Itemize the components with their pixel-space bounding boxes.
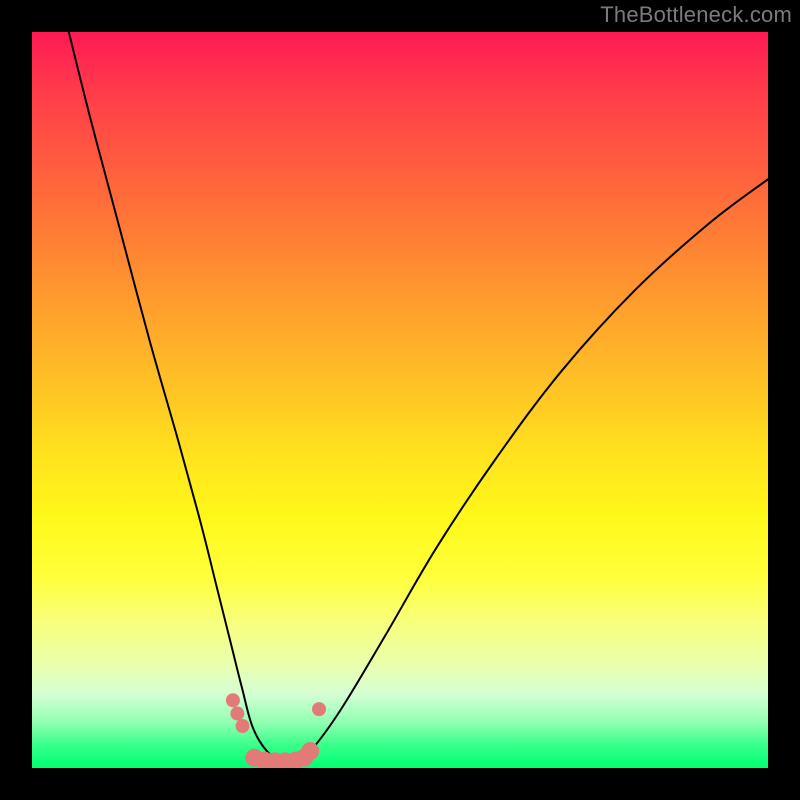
chart-svg <box>32 32 768 768</box>
dots-layer <box>226 693 326 768</box>
curve-path <box>69 32 768 762</box>
data-dot <box>230 707 244 721</box>
plot-area <box>32 32 768 768</box>
curve-layer <box>69 32 768 762</box>
data-dot <box>312 702 326 716</box>
data-dot <box>226 693 240 707</box>
watermark-text: TheBottleneck.com <box>600 2 792 28</box>
chart-frame: TheBottleneck.com <box>0 0 800 800</box>
data-dot <box>301 742 319 760</box>
data-dot <box>235 719 249 733</box>
